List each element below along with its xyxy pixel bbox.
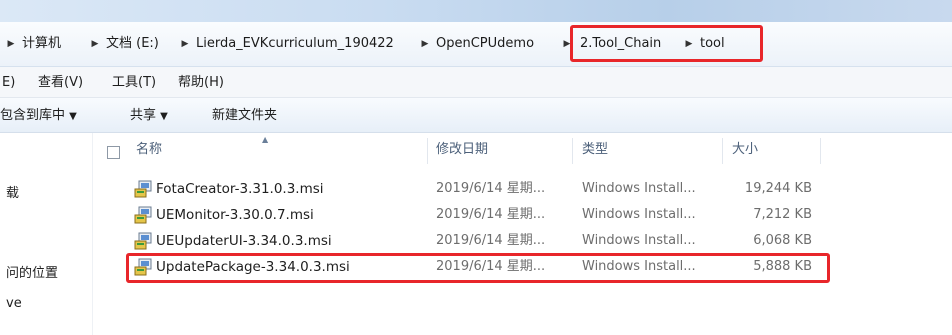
triangle-right-icon[interactable]: ▶	[420, 35, 430, 53]
highlight-box-path	[570, 25, 763, 62]
file-row[interactable]: FotaCreator-3.31.0.3.msi 2019/6/14 星期...…	[126, 178, 826, 200]
address-bar[interactable]: ▶ 计算机 ▶ 文档 (E:) ▶ Lierda_EVKcurriculum_1…	[0, 22, 952, 67]
triangle-down-icon: ▼	[69, 111, 77, 122]
nav-item-onedrive[interactable]: ve	[6, 295, 22, 313]
triangle-right-icon[interactable]: ▶	[180, 35, 190, 53]
select-all-checkbox[interactable]	[107, 146, 120, 159]
column-header-size[interactable]: 大小	[732, 136, 758, 164]
triangle-down-icon: ▼	[160, 111, 168, 122]
share-button[interactable]: 共享 ▼	[130, 107, 168, 125]
file-row[interactable]: UEMonitor-3.30.0.7.msi 2019/6/14 星期... W…	[126, 204, 826, 226]
new-folder-button[interactable]: 新建文件夹	[212, 107, 277, 125]
file-size: 6,068 KB	[753, 233, 812, 248]
command-bar: 包含到库中 ▼ 共享 ▼ 新建文件夹	[0, 98, 952, 133]
menu-help[interactable]: 帮助(H)	[178, 74, 224, 92]
file-name: UEMonitor-3.30.0.7.msi	[156, 207, 314, 223]
column-header-type[interactable]: 类型	[582, 136, 608, 164]
include-in-library-button[interactable]: 包含到库中 ▼	[0, 107, 77, 125]
breadcrumb-computer[interactable]: 计算机	[22, 35, 61, 53]
nav-item-downloads[interactable]: 载	[6, 185, 19, 203]
file-size: 19,244 KB	[744, 181, 812, 196]
navigation-pane: 载 问的位置 ve	[0, 133, 93, 335]
share-label: 共享	[130, 108, 157, 123]
breadcrumb-lierda[interactable]: Lierda_EVKcurriculum_190422	[196, 35, 394, 53]
menu-view[interactable]: 查看(V)	[38, 74, 83, 92]
breadcrumb-opencpudemo[interactable]: OpenCPUdemo	[436, 35, 534, 53]
file-date: 2019/6/14 星期...	[436, 181, 546, 196]
nav-item-recent-places[interactable]: 问的位置	[6, 265, 58, 283]
file-name: UEUpdaterUI-3.34.0.3.msi	[156, 233, 332, 249]
triangle-right-icon[interactable]: ▶	[6, 35, 16, 53]
breadcrumb-drive-e[interactable]: 文档 (E:)	[106, 35, 159, 53]
triangle-right-icon[interactable]: ▶	[90, 35, 100, 53]
menu-tools[interactable]: 工具(T)	[112, 74, 156, 92]
file-size: 7,212 KB	[753, 207, 812, 222]
msi-installer-icon	[134, 180, 152, 198]
menu-edit[interactable]: E)	[2, 74, 15, 92]
column-divider[interactable]	[572, 138, 573, 164]
column-header-name[interactable]: 名称	[136, 136, 162, 164]
include-in-library-label: 包含到库中	[0, 108, 66, 123]
column-divider[interactable]	[820, 138, 821, 164]
sort-caret-icon: ▲	[262, 135, 269, 144]
msi-installer-icon	[134, 232, 152, 250]
column-divider[interactable]	[722, 138, 723, 164]
msi-installer-icon	[134, 206, 152, 224]
column-header-date[interactable]: 修改日期	[436, 136, 488, 164]
file-date: 2019/6/14 星期...	[436, 233, 546, 248]
file-date: 2019/6/14 星期...	[436, 207, 546, 222]
window-title-strip	[0, 0, 952, 22]
file-row[interactable]: UEUpdaterUI-3.34.0.3.msi 2019/6/14 星期...…	[126, 230, 826, 252]
file-name: FotaCreator-3.31.0.3.msi	[156, 181, 324, 197]
menu-bar: E) 查看(V) 工具(T) 帮助(H)	[0, 67, 952, 98]
highlight-box-row	[126, 253, 830, 283]
column-divider[interactable]	[427, 138, 428, 164]
